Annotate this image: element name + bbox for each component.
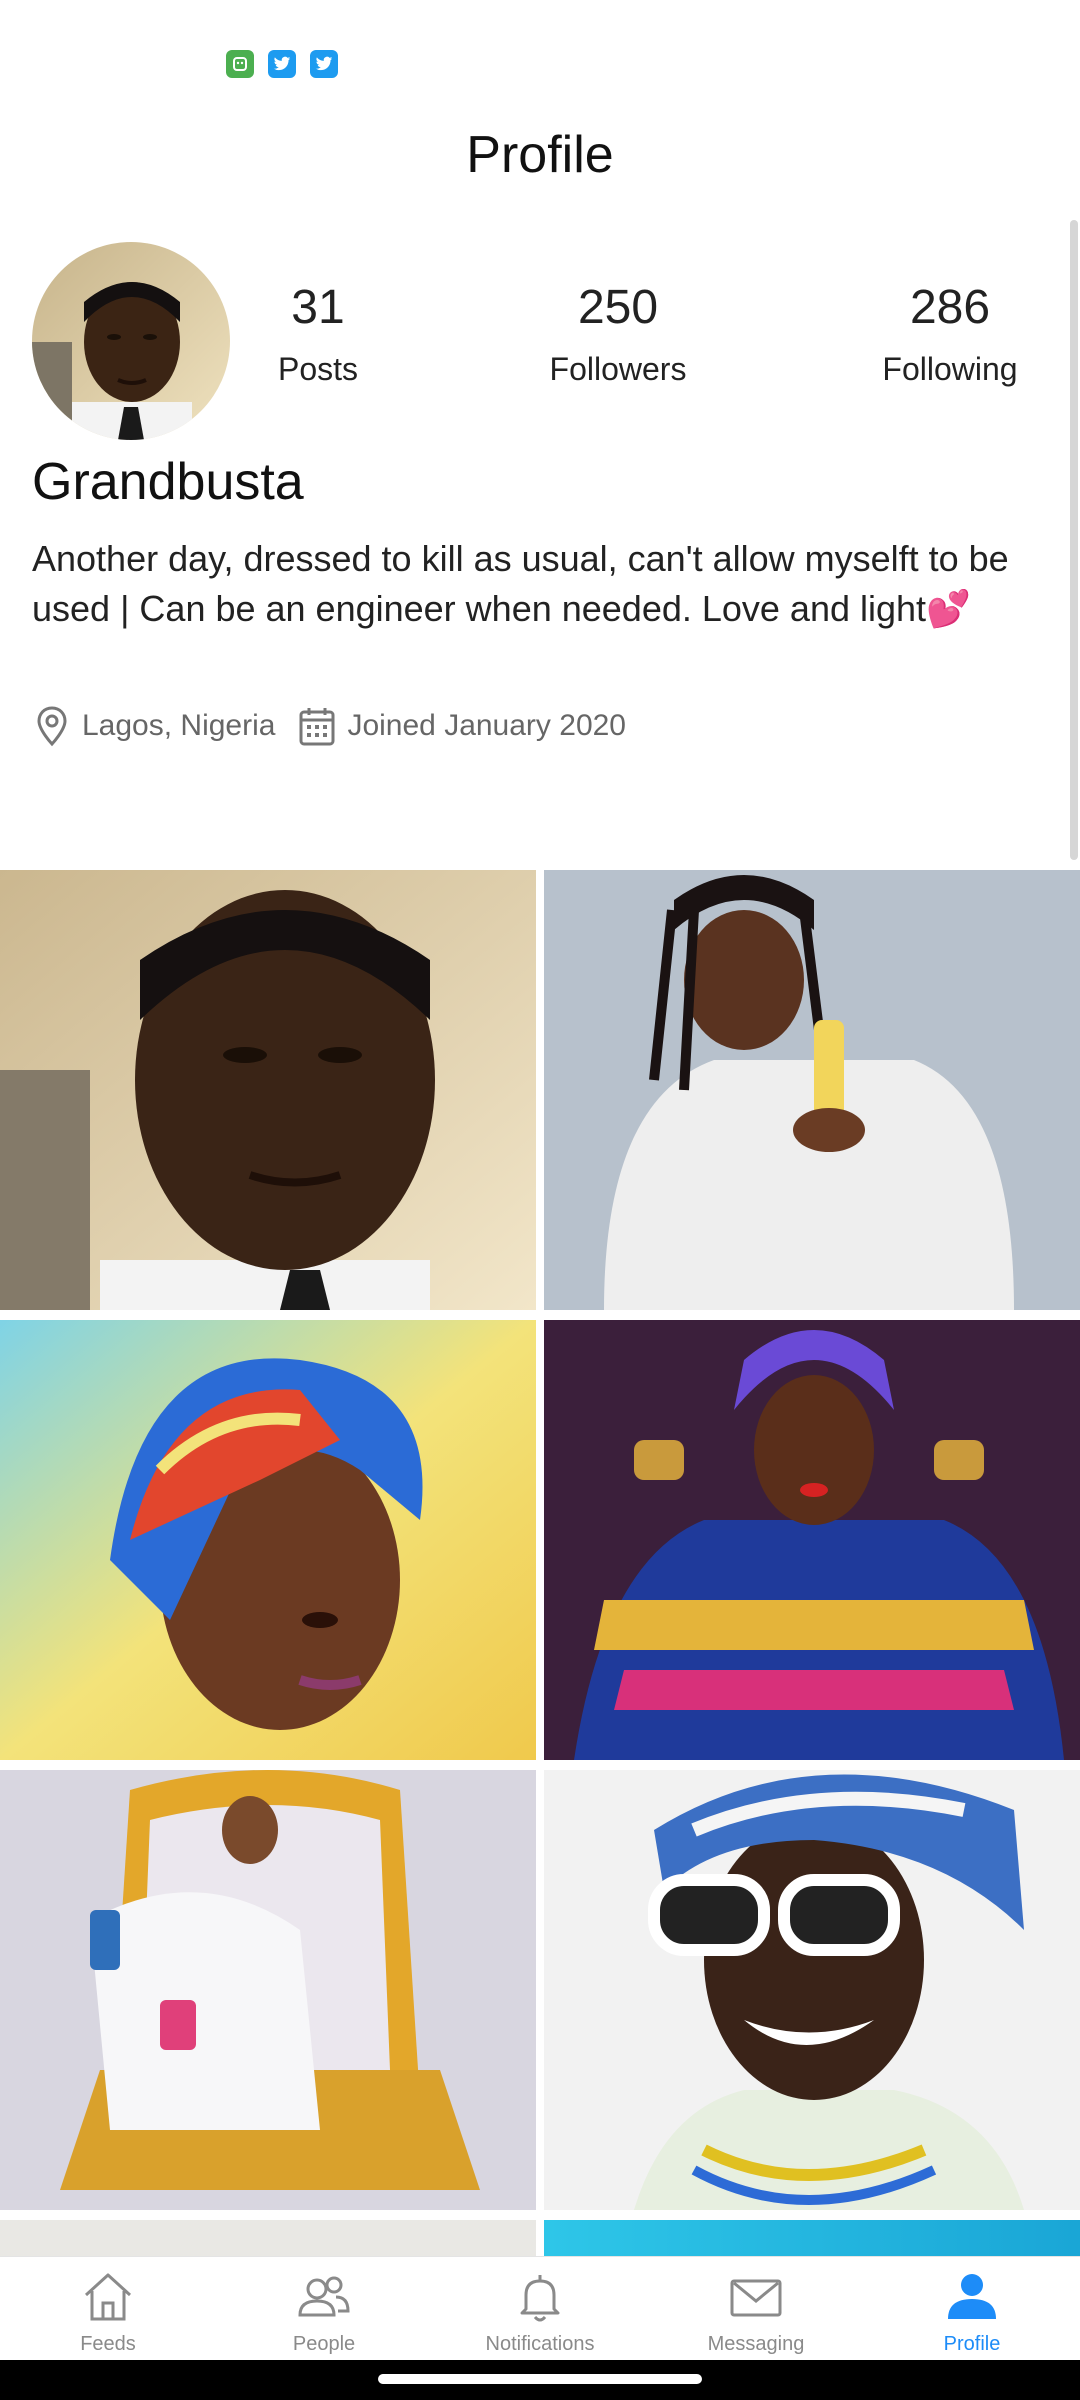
calendar-icon <box>299 708 335 746</box>
nav-item-notifications[interactable]: Notifications <box>432 2257 648 2360</box>
location: Lagos, Nigeria <box>32 704 275 748</box>
nav-label-notifications: Notifications <box>485 2333 595 2355</box>
posts-label: Posts <box>277 350 359 387</box>
scroll-indicator[interactable] <box>1070 220 1078 860</box>
nav-item-messaging[interactable]: Messaging <box>648 2257 864 2360</box>
bio-emoji: 💕 <box>926 588 971 629</box>
nav-item-people[interactable]: People <box>216 2257 432 2360</box>
joined-date: Joined January 2020 <box>297 704 626 748</box>
system-navigation-bar <box>0 2360 1080 2400</box>
bell-icon <box>520 2275 560 2322</box>
user-icon <box>948 2274 996 2319</box>
posts-count: 31 <box>291 281 345 334</box>
app-notification-icon <box>226 50 254 78</box>
location-pin-icon <box>37 706 67 747</box>
username: Grandbusta <box>32 453 304 511</box>
followers-stat[interactable]: 250 Followers <box>508 281 728 388</box>
post-tile[interactable] <box>544 1320 1080 1760</box>
nav-label-profile: Profile <box>943 2333 1001 2355</box>
post-tile[interactable] <box>0 1320 536 1760</box>
nav-item-feeds[interactable]: Feeds <box>0 2257 216 2360</box>
post-tile[interactable] <box>544 2220 1080 2256</box>
nav-label-people: People <box>292 2333 356 2355</box>
twitter-icon <box>268 50 296 78</box>
location-text: Lagos, Nigeria <box>82 709 276 742</box>
home-indicator[interactable] <box>378 2374 702 2384</box>
twitter-icon <box>310 50 338 78</box>
bio-text: Another day, dressed to kill as usual, c… <box>32 538 1009 629</box>
followers-label: Followers <box>549 350 687 387</box>
nav-label-messaging: Messaging <box>707 2333 805 2355</box>
profile-meta: Lagos, Nigeria Joined January 2020 <box>32 704 648 748</box>
post-tile[interactable] <box>544 1770 1080 2210</box>
envelope-icon <box>730 2279 782 2317</box>
following-count: 286 <box>909 281 991 334</box>
following-label: Following <box>882 350 1018 387</box>
post-tile[interactable] <box>0 870 536 1310</box>
people-icon <box>298 2276 350 2317</box>
page-title: Profile <box>466 126 614 184</box>
followers-count: 250 <box>577 281 659 334</box>
avatar[interactable] <box>32 242 230 440</box>
following-stat[interactable]: 286 Following <box>860 281 1040 388</box>
bio: Another day, dressed to kill as usual, c… <box>32 534 1032 634</box>
posts-stat[interactable]: 31 Posts <box>248 281 388 388</box>
post-tile[interactable] <box>544 870 1080 1310</box>
status-bar <box>0 0 1080 110</box>
nav-label-feeds: Feeds <box>80 2333 136 2355</box>
post-tile[interactable] <box>0 2220 536 2256</box>
joined-text: Joined January 2020 <box>347 709 626 742</box>
home-icon <box>84 2273 132 2321</box>
nav-item-profile[interactable]: Profile <box>864 2257 1080 2360</box>
bottom-navigation: Feeds People Notifications Messaging Pro… <box>0 2256 1080 2360</box>
status-notification-icons <box>226 50 338 78</box>
post-tile[interactable] <box>0 1770 536 2210</box>
